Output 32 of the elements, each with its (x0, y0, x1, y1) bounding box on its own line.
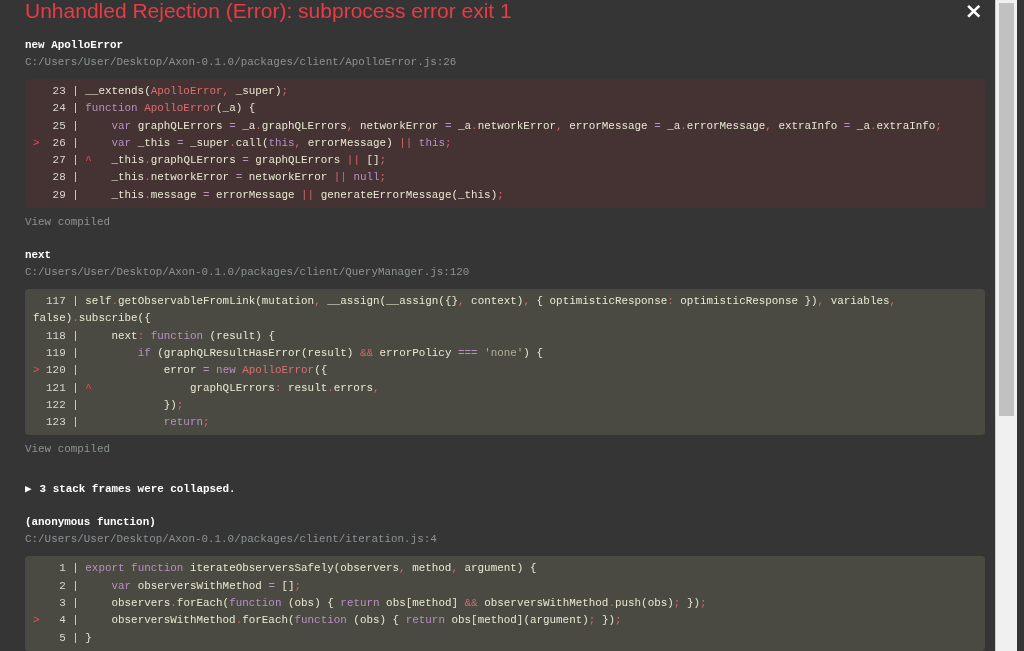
code-line: > 26 | var _this = _super.call(this, errorMessage) || this; (33, 135, 453, 151)
function-name: next (25, 248, 53, 264)
code-line: 118 | next: function (result) { (45, 328, 276, 344)
scrollbar-thumb[interactable] (999, 3, 1014, 416)
scrollbar[interactable] (995, 0, 1017, 651)
code-line: > 120 | error = new ApolloError({ (33, 363, 329, 379)
code-line: 23 | __extends(ApolloError, _super); (51, 84, 289, 99)
function-name: new ApolloError (25, 38, 125, 53)
function-name: (anonymous function) (25, 515, 157, 531)
code-line: 1 | export function iterateObserversSafely(observers, method, argument) { (58, 561, 538, 577)
code-line: 122 | }); (45, 397, 185, 413)
code-line: 28 | _this.networkError = networkError || null; (51, 170, 388, 186)
file-path: C:/Users/User/Desktop/Axon-0.1.0/packages/client/iteration.js:4 (25, 532, 438, 548)
code-line: 3 | observers.forEach(function (obs) { return obs[method] && observersWithMethod.push(obs); }); (58, 596, 708, 612)
code-line: 123 | return; (45, 415, 211, 431)
expand-toggle[interactable]: ▶ (25, 481, 32, 498)
code-line: 27 | ^ _this.graphQLErrors = graphQLErrors || []; (51, 153, 388, 169)
collapsed-frames-note: 3 stack frames were collapsed. (39, 482, 236, 498)
code-line: 2 | var observersWithMethod = []; (58, 578, 303, 594)
view-compiled-link[interactable]: View compiled (25, 214, 110, 231)
code-line: > 4 | observersWithMethod.forEach(function (obs) { return obs[method](argument); }); (33, 613, 623, 629)
code-line: 24 | function ApolloError(_a) { (51, 101, 257, 117)
file-path: C:/Users/User/Desktop/Axon-0.1.0/packages/client/ApolloError.js:26 (25, 55, 458, 70)
code-line: 119 | if (graphQLResultHasError(result) && errorPolicy === 'none') { (45, 345, 544, 361)
code-line: 25 | var graphQLErrors = _a.graphQLErrors, networkError = _a.networkError, errorMessage = _a.errorMessage, extraInfo = _a.extraInfo; (51, 118, 943, 134)
file-path: C:/Users/User/Desktop/Axon-0.1.0/packages/client/QueryManager.js:120 (25, 265, 471, 281)
code-line: 121 | ^ graphQLErrors: result.errors, (45, 380, 381, 396)
code-line: 5 | } (58, 630, 93, 646)
code-line: 29 | _this.message = errorMessage || generateErrorMessage(_this); (51, 187, 505, 203)
close-button[interactable]: × (962, 0, 985, 22)
view-compiled-link[interactable]: View compiled (25, 441, 110, 458)
error-title: Unhandled Rejection (Error): subprocess error exit 1 (25, 0, 512, 22)
